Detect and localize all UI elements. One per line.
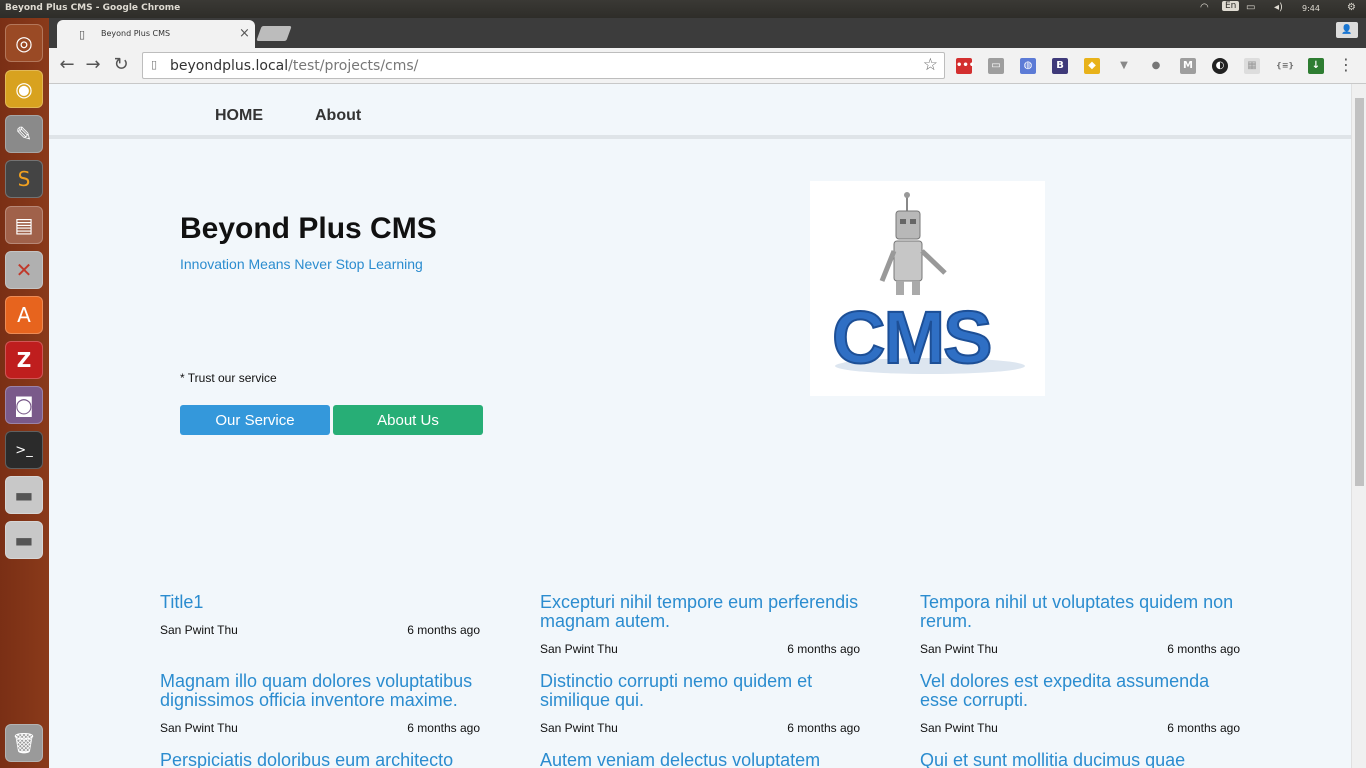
tab-bar: ▯ Beyond Plus CMS × 👤 <box>49 18 1366 48</box>
about-us-button[interactable]: About Us <box>333 405 483 435</box>
tab-title: Beyond Plus CMS <box>101 29 171 38</box>
close-icon[interactable]: × <box>239 26 250 41</box>
ubuntu-dash-icon[interactable]: ◎ <box>5 24 43 62</box>
nav-home-link[interactable]: HOME <box>215 107 263 125</box>
tab-active[interactable]: ▯ Beyond Plus CMS × <box>57 20 255 48</box>
post-title-link[interactable]: Autem veniam delectus voluptatem <box>540 751 860 768</box>
post-card: Tempora nihil ut voluptates quidem non r… <box>920 593 1240 657</box>
profile-icon[interactable]: 👤 <box>1336 22 1358 38</box>
post-title-link[interactable]: Vel dolores est expedita assumenda esse … <box>920 672 1240 710</box>
gear-icon[interactable]: ⚙ <box>1347 2 1356 13</box>
file-cabinet-icon[interactable]: ▤ <box>5 206 43 244</box>
software-center-icon[interactable]: A <box>5 296 43 334</box>
page-icon: ▯ <box>79 28 86 41</box>
post-author: San Pwint Thu <box>540 721 618 735</box>
wifi-icon[interactable]: ◠ <box>1200 2 1209 13</box>
extension-icon-6[interactable]: ▼ <box>1116 58 1132 74</box>
nav-about-link[interactable]: About <box>315 107 361 125</box>
post-card: Autem veniam delectus voluptatem <box>540 751 860 768</box>
extension-icon-5[interactable]: ◆ <box>1084 58 1100 74</box>
post-date: 6 months ago <box>407 623 480 637</box>
drive-icon[interactable]: ▬ <box>5 476 43 514</box>
post-card: Perspiciatis doloribus eum architecto <box>160 751 480 768</box>
address-bar[interactable]: ▯ beyondplus.local/test/projects/cms/ ☆ <box>142 52 945 79</box>
site-navbar: HOME About <box>49 84 1351 139</box>
text-editor-icon[interactable]: ✎ <box>5 115 43 153</box>
post-title-link[interactable]: Perspiciatis doloribus eum architecto <box>160 751 480 768</box>
post-date: 6 months ago <box>787 642 860 656</box>
post-title-link[interactable]: Title1 <box>160 593 480 612</box>
new-tab-button[interactable] <box>256 26 292 41</box>
page-icon: ▯ <box>151 58 158 71</box>
launcher: ◎ ◉ ✎ S ▤ ✕ A Z ◙ >_ ▬ ▬ 🗑 <box>0 18 49 768</box>
window-title: Beyond Plus CMS - Google Chrome <box>5 3 181 13</box>
hero-trust-text: * Trust our service <box>180 371 277 385</box>
volume-icon[interactable]: ◂) <box>1274 2 1283 13</box>
camera-icon[interactable]: ◙ <box>5 386 43 424</box>
extension-icon-2[interactable]: ▭ <box>988 58 1004 74</box>
post-date: 6 months ago <box>787 721 860 735</box>
sublime-icon[interactable]: S <box>5 160 43 198</box>
our-service-button[interactable]: Our Service <box>180 405 330 435</box>
post-card: Distinctio corrupti nemo quidem et simil… <box>540 672 860 736</box>
post-card: Qui et sunt mollitia ducimus quae <box>920 751 1240 768</box>
settings-tools-icon[interactable]: ✕ <box>5 251 43 289</box>
forward-button[interactable]: → <box>81 54 105 75</box>
post-author: San Pwint Thu <box>160 721 238 735</box>
post-title-link[interactable]: Magnam illo quam dolores voluptatibus di… <box>160 672 480 710</box>
post-title-link[interactable]: Tempora nihil ut voluptates quidem non r… <box>920 593 1240 631</box>
post-title-link[interactable]: Qui et sunt mollitia ducimus quae <box>920 751 1240 768</box>
extension-icon-7[interactable]: ● <box>1148 58 1164 74</box>
hero-tagline: Innovation Means Never Stop Learning <box>180 256 423 272</box>
scrollbar-thumb[interactable] <box>1355 98 1364 486</box>
extension-icon-8[interactable]: M <box>1180 58 1196 74</box>
extension-icon-10[interactable]: ▦ <box>1244 58 1260 74</box>
post-author: San Pwint Thu <box>920 642 998 656</box>
bookmark-star-icon[interactable]: ☆ <box>923 55 938 75</box>
battery-icon[interactable]: ▭ <box>1246 2 1255 13</box>
post-date: 6 months ago <box>407 721 480 735</box>
hero-title: Beyond Plus CMS <box>180 212 437 245</box>
post-date: 6 months ago <box>1167 642 1240 656</box>
trash-icon[interactable]: 🗑 <box>5 724 43 762</box>
extension-icon-3[interactable]: ◍ <box>1020 58 1036 74</box>
cms-robot-image: CMS <box>810 181 1045 396</box>
post-date: 6 months ago <box>1167 721 1240 735</box>
extension-icon-11[interactable]: {≡} <box>1276 58 1294 74</box>
terminal-icon[interactable]: >_ <box>5 431 43 469</box>
page-viewport: HOME About Beyond Plus CMS Innovation Me… <box>49 84 1366 768</box>
post-card: Magnam illo quam dolores voluptatibus di… <box>160 672 480 736</box>
post-author: San Pwint Thu <box>160 623 238 637</box>
post-author: San Pwint Thu <box>920 721 998 735</box>
back-button[interactable]: ← <box>55 54 79 75</box>
reload-button[interactable]: ↻ <box>109 54 133 75</box>
top-panel: Beyond Plus CMS - Google Chrome ◠ En ▭ ◂… <box>0 0 1366 18</box>
extension-icon-4[interactable]: B <box>1052 58 1068 74</box>
browser-toolbar: ← → ↻ ▯ beyondplus.local/test/projects/c… <box>49 48 1366 84</box>
keyboard-language-indicator[interactable]: En <box>1222 1 1240 11</box>
post-title-link[interactable]: Excepturi nihil tempore eum perferendis … <box>540 593 860 631</box>
clock[interactable]: 9:44 <box>1302 4 1320 13</box>
drive-icon-2[interactable]: ▬ <box>5 521 43 559</box>
extension-icon-12[interactable]: ↓ <box>1308 58 1324 74</box>
extension-icon-9[interactable]: ◐ <box>1212 58 1228 74</box>
vertical-scrollbar[interactable] <box>1351 84 1366 768</box>
url-host: beyondplus.local <box>170 58 289 74</box>
url-path: /test/projects/cms/ <box>288 58 419 74</box>
filezilla-icon[interactable]: Z <box>5 341 43 379</box>
menu-icon[interactable]: ⋮ <box>1338 55 1354 74</box>
chrome-icon[interactable]: ◉ <box>5 70 43 108</box>
post-card: Vel dolores est expedita assumenda esse … <box>920 672 1240 736</box>
post-title-link[interactable]: Distinctio corrupti nemo quidem et simil… <box>540 672 860 710</box>
extension-icon-1[interactable]: ••• <box>956 58 975 74</box>
post-card: Excepturi nihil tempore eum perferendis … <box>540 593 860 657</box>
svg-text:CMS: CMS <box>832 296 990 379</box>
post-author: San Pwint Thu <box>540 642 618 656</box>
post-card: Title1 San Pwint Thu 6 months ago <box>160 593 480 638</box>
